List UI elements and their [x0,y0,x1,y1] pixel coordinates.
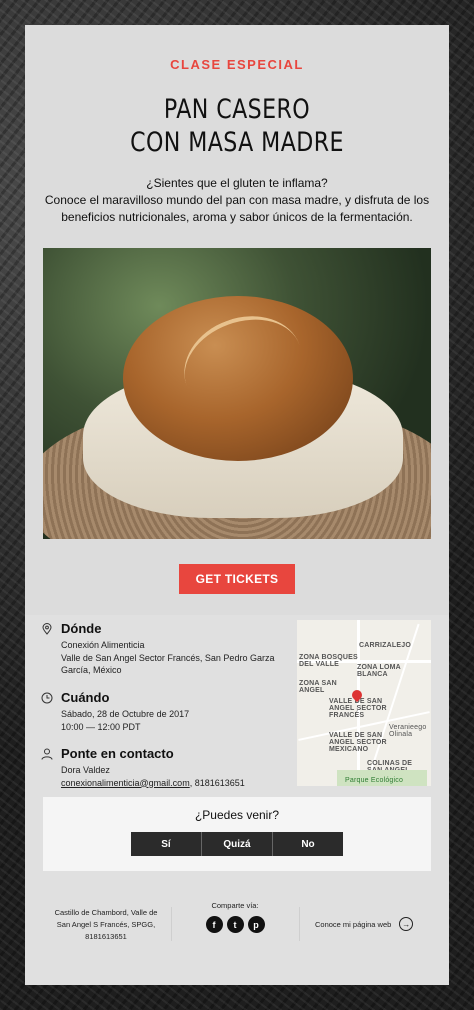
when-label: Cuándo [61,690,110,705]
map-label: ZONA BOSQUES DEL VALLE [299,654,358,668]
when-body: Sábado, 28 de Octubre de 2017 10:00 — 12… [61,708,281,733]
venue-address: Valle de San Angel Sector Francés, San P… [61,652,275,676]
location-map[interactable]: CARRIZALEJO ZONA BOSQUES DEL VALLE ZONA … [297,620,431,786]
location-pin-icon [42,623,52,635]
rsvp-no-button[interactable]: No [273,832,343,856]
card-footer: Castillo de Chambord, Valle de San Angel… [25,895,449,955]
footer-divider [171,907,172,941]
share-label: Comparte vía: [211,901,259,910]
rsvp-options: Sí Quizá No [131,832,343,856]
rsvp-yes-button[interactable]: Sí [131,832,202,856]
event-title: PAN CASERO CON MASA MADRE [63,93,411,159]
event-card: CLASE ESPECIAL PAN CASERO CON MASA MADRE… [25,25,449,985]
contact-label: Ponte en contacto [61,746,174,761]
share-section: Comparte vía: f t p [185,901,285,933]
rsvp-maybe-button[interactable]: Quizá [202,832,273,856]
map-label: Parque Ecológico [345,777,404,784]
contact-phone: , 8181613651 [189,777,245,788]
footer-divider [299,907,300,941]
where-body: Conexión Alimenticia Valle de San Angel … [61,639,281,677]
map-label: ZONA LOMA BLANCA [357,664,401,678]
footer-address: Castillo de Chambord, Valle de San Angel… [54,908,158,941]
rsvp-box: ¿Puedes venir? Sí Quizá No [43,797,431,871]
map-label: Veranieego Olinala [389,724,427,738]
eyebrow-label: CLASE ESPECIAL [170,57,304,72]
twitter-icon[interactable]: t [226,916,244,933]
map-label: VALLE DE SAN ANGEL SECTOR MEXICANO [329,732,387,753]
event-intro: ¿Sientes que el gluten te inflama? Conoc… [43,175,431,226]
pinterest-icon[interactable]: p [247,916,265,933]
person-icon [41,748,53,760]
title-line-2: CON MASA MADRE [130,127,344,158]
event-details: Dónde Conexión Alimenticia Valle de San … [25,615,449,985]
clock-icon [41,692,53,704]
intro-line-1: ¿Sientes que el gluten te inflama? [146,176,328,190]
website-link[interactable]: Conoce mi página web → [315,917,414,931]
share-icons: f t p [185,916,285,933]
title-line-1: PAN CASERO [163,94,311,125]
venue-name: Conexión Alimenticia [61,640,145,650]
map-label: ZONA SAN ANGEL [299,680,337,694]
intro-line-2: Conoce el maravilloso mundo del pan con … [44,193,430,224]
map-label: VALLE DE SAN ANGEL SECTOR FRANCÉS [329,698,387,719]
arrow-right-icon: → [399,917,414,931]
event-header: CLASE ESPECIAL PAN CASERO CON MASA MADRE… [25,25,449,615]
contact-name: Dora Valdez [61,765,110,775]
bread-photo [43,248,431,539]
event-time: 10:00 — 12:00 PDT [61,721,141,732]
contact-line: conexionalimenticia@gmail.com, 818161365… [61,777,281,790]
get-tickets-button[interactable]: GET TICKETS [179,564,295,594]
map-label: CARRIZALEJO [359,642,411,649]
website-label: Conoce mi página web [315,919,392,929]
facebook-icon[interactable]: f [205,916,223,933]
contact-email-link[interactable]: conexionalimenticia@gmail.com [61,778,190,788]
contact-body: Dora Valdez conexionalimenticia@gmail.co… [61,764,281,789]
where-label: Dónde [61,621,102,636]
event-date: Sábado, 28 de Octubre de 2017 [61,709,190,719]
rsvp-question: ¿Puedes venir? [194,808,280,822]
